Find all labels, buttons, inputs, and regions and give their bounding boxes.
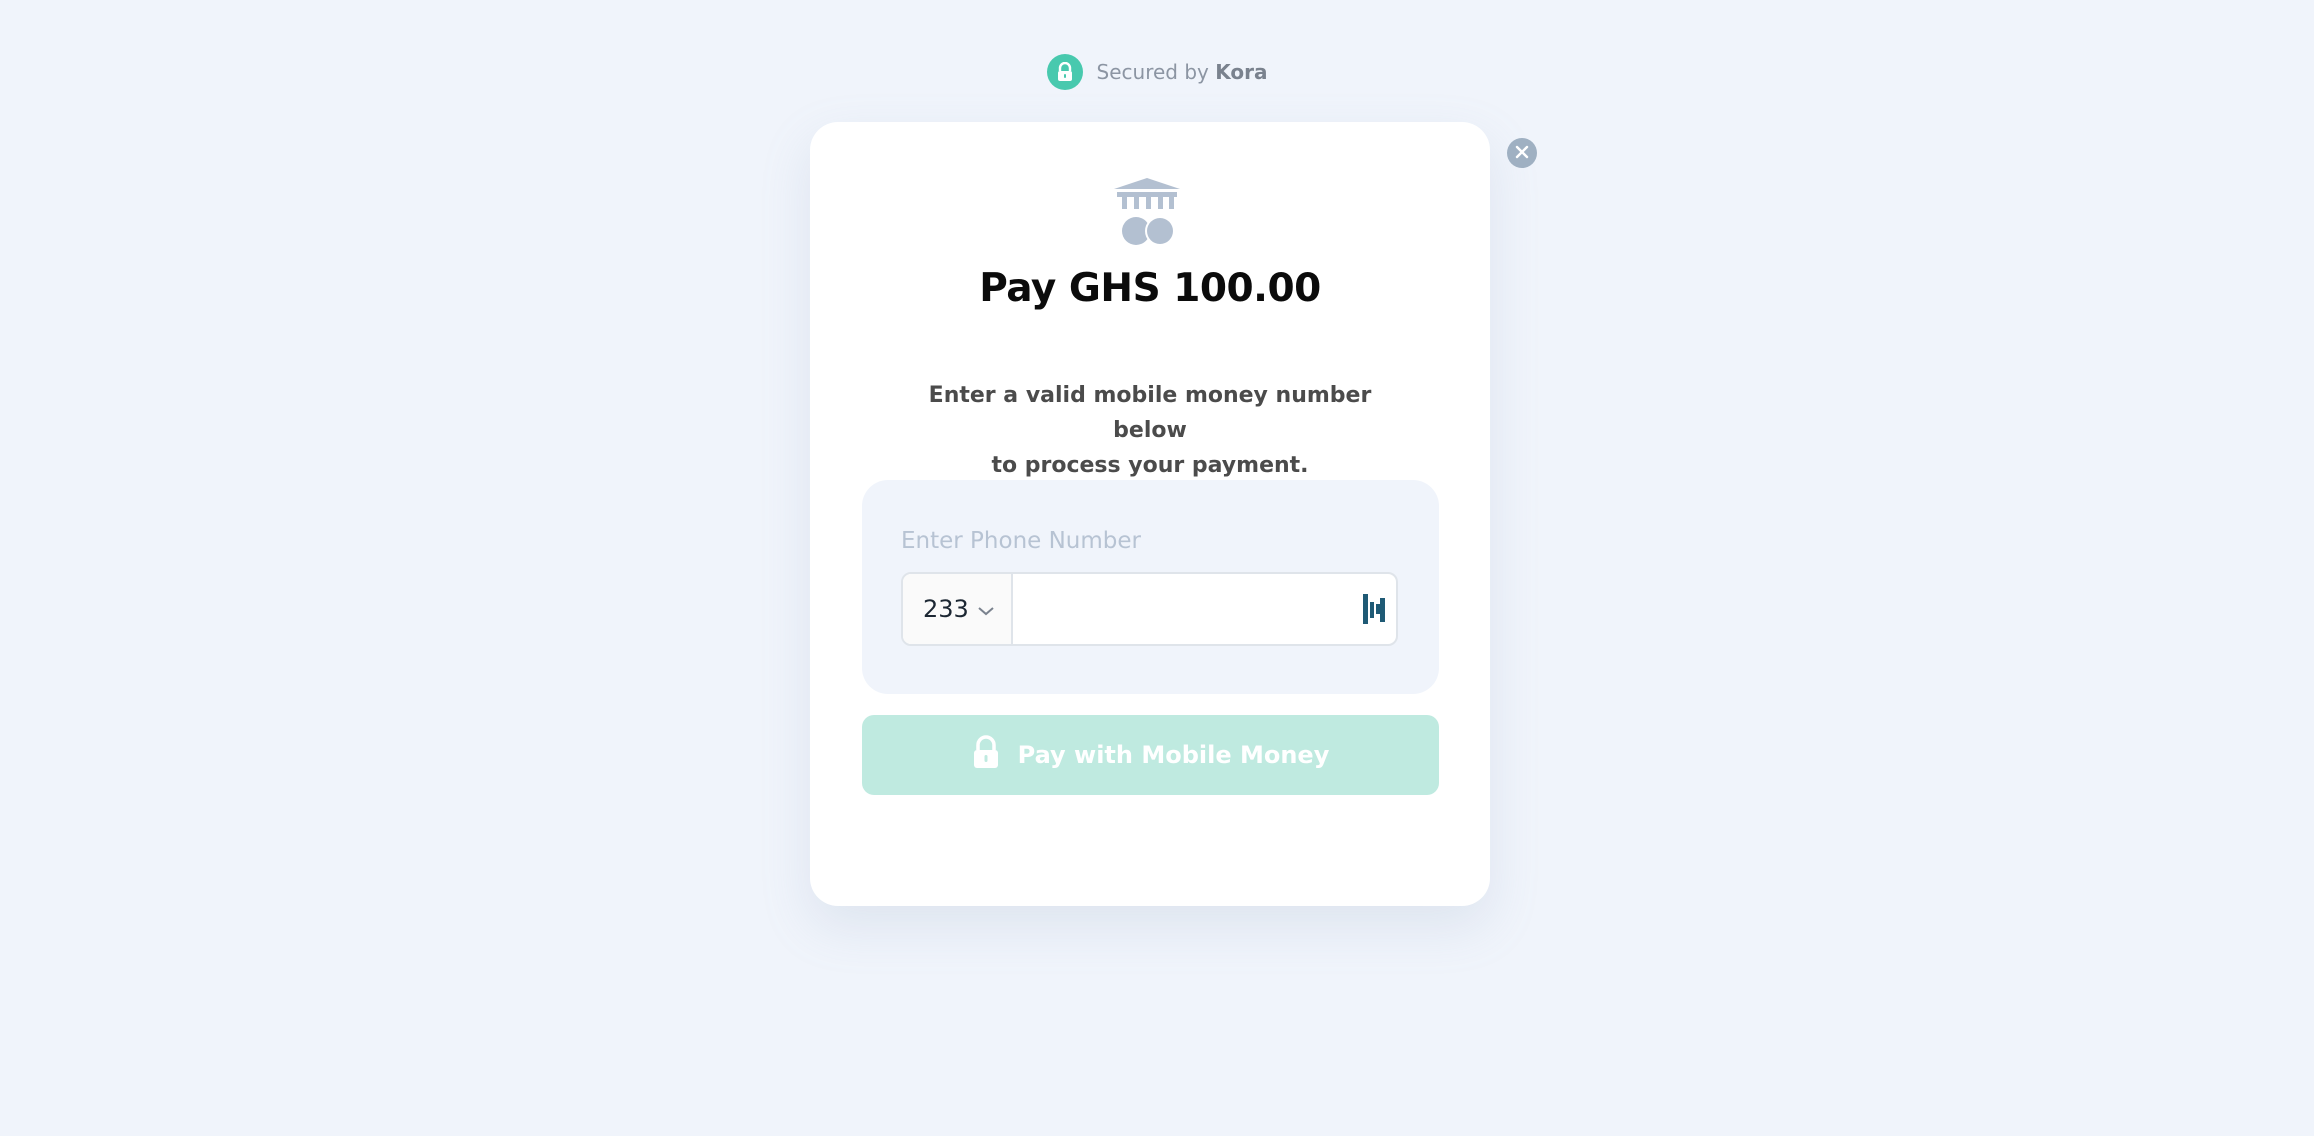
close-icon: [1515, 144, 1529, 163]
country-code-value: 233: [923, 595, 969, 623]
bank-icon: [1114, 178, 1180, 246]
phone-number-panel: Enter Phone Number 233: [862, 480, 1439, 694]
close-button[interactable]: [1507, 138, 1537, 168]
lock-icon: [972, 735, 1000, 775]
password-manager-icon[interactable]: [1353, 574, 1396, 644]
phone-number-input[interactable]: [1012, 574, 1353, 644]
instructions-line-2: to process your payment.: [991, 453, 1309, 478]
secured-by-text: Secured by Kora: [1097, 60, 1268, 84]
secured-prefix: Secured by: [1096, 60, 1209, 84]
payment-amount-title: Pay GHS 100.00: [979, 266, 1321, 311]
pay-button-label: Pay with Mobile Money: [1017, 741, 1330, 769]
instructions-line-1: Enter a valid mobile money number below: [928, 383, 1372, 443]
payment-modal: Pay GHS 100.00 Enter a valid mobile mone…: [810, 122, 1490, 906]
lock-icon: [1046, 54, 1083, 90]
chevron-down-icon: [977, 595, 995, 623]
phone-input-group: 233: [901, 572, 1398, 646]
country-code-select[interactable]: 233: [903, 574, 1013, 644]
instructions-text: Enter a valid mobile money number below …: [900, 378, 1400, 483]
phone-number-label: Enter Phone Number: [901, 528, 1141, 554]
secured-by-banner: Secured by Kora: [0, 54, 2314, 90]
brand-name: Kora: [1215, 60, 1268, 84]
pay-with-mobile-money-button[interactable]: Pay with Mobile Money: [862, 715, 1439, 795]
